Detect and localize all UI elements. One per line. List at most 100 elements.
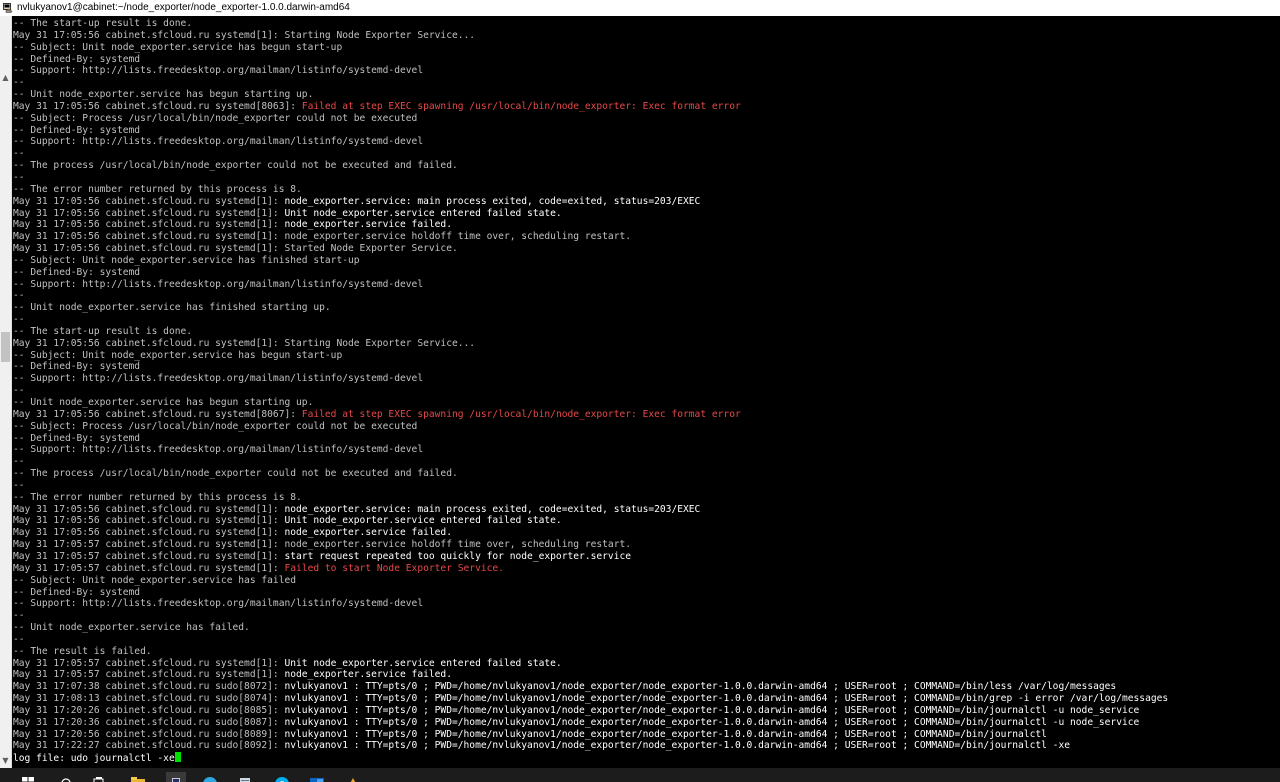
log-message: --	[13, 456, 25, 468]
terminal-line: -- Defined-By: systemd	[13, 125, 1280, 137]
file-explorer-icon[interactable]	[131, 772, 145, 782]
task-view-icon[interactable]	[93, 772, 107, 782]
putty-taskbar-icon[interactable]	[166, 772, 186, 782]
log-prefix: May 31 17:08:13 cabinet.sfcloud.ru sudo[…	[13, 693, 285, 705]
terminal-line: May 31 17:05:57 cabinet.sfcloud.ru syste…	[13, 669, 1280, 681]
notepad-icon[interactable]	[238, 772, 252, 782]
log-message: -- Support: http://lists.freedesktop.org…	[13, 278, 424, 290]
command-input[interactable]: log file: udo journalctl -xe	[13, 753, 175, 764]
terminal-line: May 31 17:07:38 cabinet.sfcloud.ru sudo[…	[13, 681, 1280, 693]
terminal-line: -- The process /usr/local/bin/node_expor…	[13, 468, 1280, 480]
windows-start-icon[interactable]	[22, 772, 36, 782]
log-prefix: May 31 17:05:56 cabinet.sfcloud.ru syste…	[13, 231, 285, 243]
log-message: -- The process /usr/local/bin/node_expor…	[13, 468, 458, 480]
log-prefix: May 31 17:05:56 cabinet.sfcloud.ru syste…	[13, 503, 285, 515]
scroll-down-icon[interactable]: ▼	[0, 755, 11, 766]
terminal-line: May 31 17:08:13 cabinet.sfcloud.ru sudo[…	[13, 693, 1280, 705]
terminal-line: -- The error number returned by this pro…	[13, 492, 1280, 504]
log-message: node_exporter.service failed.	[284, 527, 452, 539]
log-message: Starting Node Exporter Service...	[284, 337, 476, 349]
terminal-line: -- Subject: Process /usr/local/bin/node_…	[13, 113, 1280, 125]
terminal-line: -- Defined-By: systemd	[13, 54, 1280, 66]
terminal-line: --	[13, 148, 1280, 160]
terminal-line: --	[13, 290, 1280, 302]
terminal-line: May 31 17:05:56 cabinet.sfcloud.ru syste…	[13, 409, 1280, 421]
terminal-line: May 31 17:05:56 cabinet.sfcloud.ru syste…	[13, 243, 1280, 255]
log-prefix: May 31 17:20:36 cabinet.sfcloud.ru sudo[…	[13, 716, 285, 728]
log-prefix: May 31 17:20:26 cabinet.sfcloud.ru sudo[…	[13, 704, 285, 716]
log-message: nvlukyanov1 : TTY=pts/0 ; PWD=/home/nvlu…	[284, 728, 1047, 740]
terminal-line: May 31 17:05:57 cabinet.sfcloud.ru syste…	[13, 551, 1280, 563]
terminal-line: -- Defined-By: systemd	[13, 361, 1280, 373]
log-prefix: May 31 17:05:57 cabinet.sfcloud.ru syste…	[13, 669, 285, 681]
terminal-line: May 31 17:05:56 cabinet.sfcloud.ru syste…	[13, 515, 1280, 527]
log-message: Unit node_exporter.service entered faile…	[284, 657, 562, 669]
scroll-thumb[interactable]	[1, 332, 10, 362]
terminal-line: -- Unit node_exporter.service has failed…	[13, 622, 1280, 634]
log-message: -- Defined-By: systemd	[13, 53, 141, 65]
log-message: Failed at step EXEC spawning /usr/local/…	[301, 100, 741, 112]
terminal-line: May 31 17:05:56 cabinet.sfcloud.ru syste…	[13, 527, 1280, 539]
log-prefix: May 31 17:05:57 cabinet.sfcloud.ru syste…	[13, 550, 285, 562]
terminal-line: --	[13, 610, 1280, 622]
window-titlebar: nvlukyanov1@cabinet:~/node_exporter/node…	[0, 0, 1280, 16]
log-message: -- The start-up result is done.	[13, 18, 193, 29]
log-message: --	[13, 633, 25, 645]
log-message: -- Subject: Unit node_exporter.service h…	[13, 254, 360, 266]
log-message: -- Unit node_exporter.service has failed…	[13, 622, 250, 634]
log-prefix: May 31 17:05:56 cabinet.sfcloud.ru syste…	[13, 195, 285, 207]
log-message: node_exporter.service failed.	[284, 219, 452, 231]
terminal-line: --	[13, 314, 1280, 326]
log-message: nvlukyanov1 : TTY=pts/0 ; PWD=/home/nvlu…	[284, 740, 1070, 752]
terminal-line: -- Defined-By: systemd	[13, 587, 1280, 599]
log-prefix: May 31 17:07:38 cabinet.sfcloud.ru sudo[…	[13, 681, 285, 693]
skype-icon[interactable]: S	[275, 772, 289, 782]
log-message: -- The process /usr/local/bin/node_expor…	[13, 160, 458, 172]
log-message: Started Node Exporter Service.	[284, 243, 458, 255]
scroll-up-icon[interactable]: ▲	[0, 72, 11, 83]
log-message: -- Defined-By: systemd	[13, 361, 141, 373]
log-message: node_exporter.service holdoff time over,…	[284, 231, 632, 243]
log-message: --	[13, 610, 25, 622]
command-prompt[interactable]: log file: udo journalctl -xe	[13, 752, 1280, 764]
terminal-line: May 31 17:22:27 cabinet.sfcloud.ru sudo[…	[13, 740, 1280, 752]
log-message: -- Unit node_exporter.service has begun …	[13, 397, 314, 408]
terminal-line: --	[13, 634, 1280, 646]
terminal-line: -- Support: http://lists.freedesktop.org…	[13, 373, 1280, 385]
terminal-line: May 31 17:20:26 cabinet.sfcloud.ru sudo[…	[13, 705, 1280, 717]
terminal-line: May 31 17:05:56 cabinet.sfcloud.ru syste…	[13, 208, 1280, 220]
outlook-icon[interactable]	[310, 772, 324, 782]
terminal-line: May 31 17:05:57 cabinet.sfcloud.ru syste…	[13, 563, 1280, 575]
log-prefix: May 31 17:05:56 cabinet.sfcloud.ru syste…	[13, 207, 285, 219]
log-message: node_exporter.service holdoff time over,…	[284, 539, 632, 551]
terminal-line: May 31 17:05:56 cabinet.sfcloud.ru syste…	[13, 231, 1280, 243]
log-message: -- Subject: Unit node_exporter.service h…	[13, 574, 297, 586]
log-message: Unit node_exporter.service entered faile…	[284, 207, 562, 219]
terminal-line: -- The start-up result is done.	[13, 326, 1280, 338]
terminal-line: May 31 17:05:56 cabinet.sfcloud.ru syste…	[13, 30, 1280, 42]
terminal-line: -- The process /usr/local/bin/node_expor…	[13, 160, 1280, 172]
log-message: -- The start-up result is done.	[13, 325, 193, 337]
terminal-line: --	[13, 77, 1280, 89]
log-message: -- Defined-By: systemd	[13, 266, 141, 278]
terminal-line: --	[13, 480, 1280, 492]
log-message: nvlukyanov1 : TTY=pts/0 ; PWD=/home/nvlu…	[284, 716, 1140, 728]
terminal-line: -- Unit node_exporter.service has begun …	[13, 397, 1280, 409]
log-message: Failed to start Node Exporter Service.	[284, 562, 504, 574]
telegram-icon[interactable]	[203, 772, 217, 782]
window-title: nvlukyanov1@cabinet:~/node_exporter/node…	[17, 2, 350, 13]
log-message: -- Support: http://lists.freedesktop.org…	[13, 373, 424, 385]
terminal-output[interactable]: -- The start-up result is done. May 31 17…	[13, 18, 1280, 768]
log-prefix: May 31 17:05:56 cabinet.sfcloud.ru syste…	[13, 100, 302, 112]
log-message: node_exporter.service failed.	[284, 669, 452, 681]
paint-icon[interactable]	[346, 772, 360, 782]
search-icon[interactable]	[60, 772, 74, 782]
log-message: Starting Node Exporter Service...	[284, 29, 476, 41]
log-message: node_exporter.service: main process exit…	[284, 503, 701, 515]
log-message: -- Subject: Process /usr/local/bin/node_…	[13, 420, 418, 432]
vertical-scrollbar[interactable]: ▲ ▼	[0, 16, 12, 768]
log-message: -- Defined-By: systemd	[13, 586, 141, 598]
terminal-line: -- Defined-By: systemd	[13, 433, 1280, 445]
terminal-line: May 31 17:20:56 cabinet.sfcloud.ru sudo[…	[13, 729, 1280, 741]
log-prefix: May 31 17:05:56 cabinet.sfcloud.ru syste…	[13, 243, 285, 255]
